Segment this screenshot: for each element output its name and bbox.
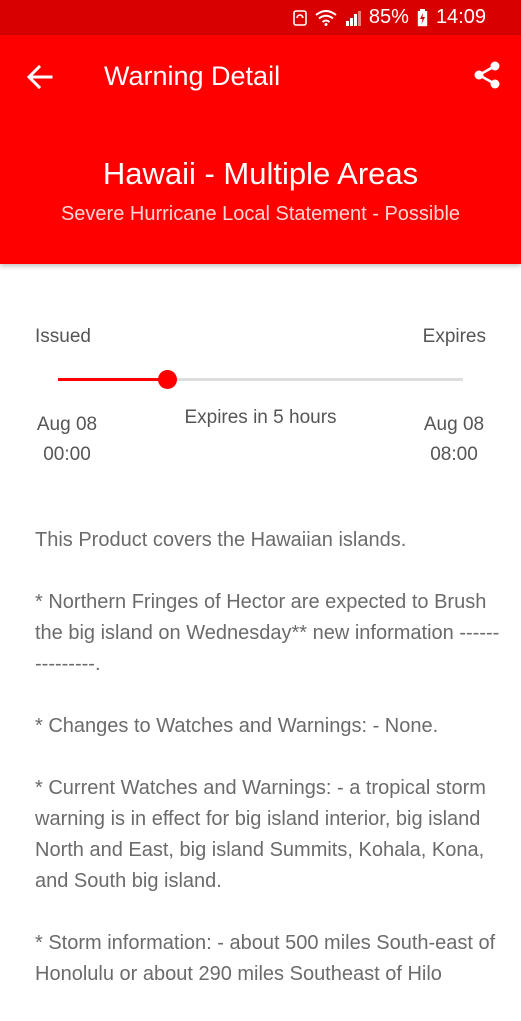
body-paragraph: * Changes to Watches and Warnings: - Non… bbox=[35, 715, 439, 737]
expires-date: Aug 08 bbox=[423, 414, 485, 435]
body-paragraph: * Storm information: - about 500 miles S… bbox=[35, 932, 496, 985]
warning-area-title: Hawaii - Multiple Areas bbox=[102, 156, 419, 191]
timeline-thumb bbox=[158, 370, 178, 389]
issued-time: 00:00 bbox=[43, 444, 91, 465]
warning-timeline: Issued Expires Expires in 5 hours Aug 08… bbox=[0, 264, 521, 474]
status-time: 14:09 bbox=[435, 6, 486, 28]
issued-label: Issued bbox=[35, 326, 91, 347]
expires-datetime: Aug 08 08:00 bbox=[409, 410, 499, 470]
battery-percent: 85% bbox=[368, 6, 409, 28]
issued-date: Aug 08 bbox=[36, 414, 98, 435]
sync-icon bbox=[293, 9, 307, 26]
status-bar: 85% 14:09 bbox=[0, 0, 521, 35]
body-paragraph: * Northern Fringes of Hector are expecte… bbox=[35, 591, 500, 675]
timeline-track bbox=[58, 370, 463, 389]
share-button[interactable] bbox=[469, 57, 505, 93]
share-icon bbox=[474, 61, 500, 89]
expires-label: Expires bbox=[422, 326, 486, 347]
warning-type-subtitle: Severe Hurricane Local Statement - Possi… bbox=[60, 203, 461, 225]
page-title: Warning Detail bbox=[104, 61, 281, 91]
signal-icon bbox=[345, 10, 361, 26]
arrow-back-icon bbox=[27, 64, 53, 90]
expires-time: 08:00 bbox=[430, 444, 478, 465]
body-paragraph: This Product covers the Hawaiian islands… bbox=[35, 529, 407, 551]
timeline-progress bbox=[58, 378, 168, 381]
issued-datetime: Aug 08 00:00 bbox=[22, 410, 112, 470]
app-bar: Warning Detail Hawaii - Multiple Areas S… bbox=[0, 35, 521, 264]
wifi-icon bbox=[315, 9, 337, 26]
battery-charging-icon bbox=[417, 8, 428, 27]
warning-body: This Product covers the Hawaiian islands… bbox=[35, 525, 500, 1021]
body-paragraph: * Current Watches and Warnings: - a trop… bbox=[35, 777, 486, 892]
back-button[interactable] bbox=[22, 59, 58, 95]
